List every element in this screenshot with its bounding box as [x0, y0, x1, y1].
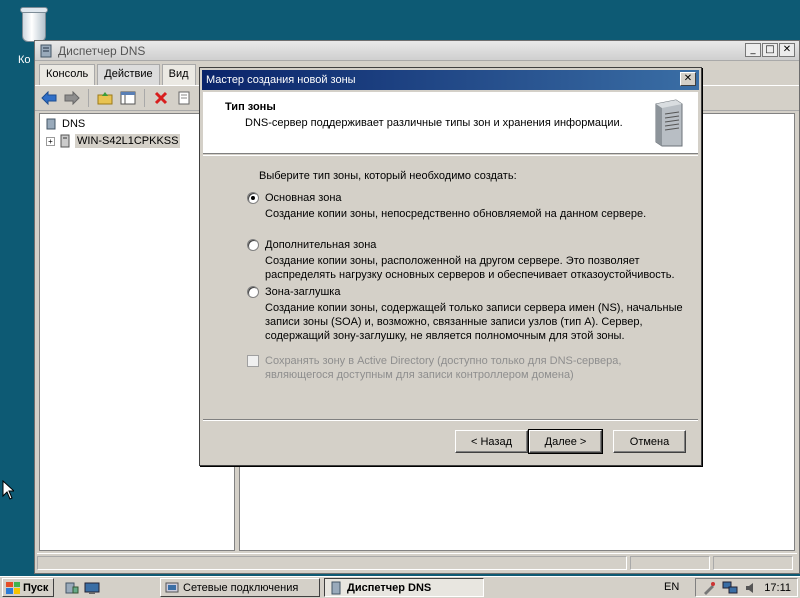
close-button[interactable]: ✕	[779, 43, 795, 57]
ad-store-checkbox-row: Сохранять зону в Active Directory (досту…	[247, 354, 665, 382]
show-hide-tree-icon[interactable]	[118, 88, 138, 108]
wizard-body: Выберите тип зоны, который необходимо со…	[203, 158, 698, 418]
show-desktop-icon[interactable]	[84, 580, 100, 596]
properties-icon[interactable]	[174, 88, 194, 108]
header-title: Тип зоны	[225, 101, 276, 113]
primary-zone-desc: Создание копии зоны, непосредственно обн…	[265, 208, 647, 220]
task-dns-manager[interactable]: Диспетчер DNS	[324, 578, 484, 597]
ad-store-label: Сохранять зону в Active Directory (досту…	[265, 355, 622, 381]
main-window-title: Диспетчер DNS	[58, 43, 146, 58]
primary-zone-label: Основная зона	[265, 192, 342, 204]
option-secondary-zone[interactable]: Дополнительная зона Создание копии зоны,…	[247, 239, 695, 282]
option-primary-zone[interactable]: Основная зона Создание копии зоны, непос…	[247, 192, 695, 221]
dialog-title: Мастер создания новой зоны	[206, 74, 356, 86]
menu-action[interactable]: Действие	[97, 64, 160, 85]
menu-console[interactable]: Консоль	[39, 64, 96, 85]
stub-zone-radio[interactable]	[247, 286, 259, 298]
back-arrow-icon[interactable]	[39, 88, 59, 108]
server-tower-icon	[655, 99, 683, 147]
wizard-header: Тип зоны DNS-сервер поддерживает различн…	[203, 92, 698, 154]
system-tray: 17:11	[695, 578, 798, 597]
start-label: Пуск	[23, 581, 49, 594]
dialog-close-button[interactable]: ✕	[680, 72, 696, 86]
maximize-button[interactable]: □	[762, 43, 778, 57]
start-button[interactable]: Пуск	[2, 578, 54, 597]
expand-icon[interactable]: +	[46, 136, 55, 146]
new-zone-wizard-dialog: Мастер создания новой зоны ✕ Тип зоны DN…	[199, 67, 702, 466]
dialog-titlebar[interactable]: Мастер создания новой зоны	[202, 70, 699, 90]
ad-store-checkbox	[247, 355, 259, 367]
forward-arrow-icon[interactable]	[62, 88, 82, 108]
tree-item-dns[interactable]: DNS	[44, 118, 85, 130]
status-bar	[37, 553, 797, 571]
minimize-button[interactable]: _	[745, 43, 761, 57]
secondary-zone-desc: Создание копии зоны, расположенной на др…	[265, 255, 675, 281]
task-network-connections[interactable]: Сетевые подключения	[160, 578, 320, 597]
back-button[interactable]: < Назад	[455, 430, 528, 453]
delete-icon[interactable]	[151, 88, 171, 108]
tree-item-server[interactable]: + WIN-S42L1CPKKSS	[46, 134, 181, 148]
dns-icon	[40, 44, 52, 57]
tray-tools-icon[interactable]	[702, 581, 716, 595]
tray-volume-icon[interactable]	[744, 581, 758, 595]
mouse-cursor-icon	[2, 480, 14, 500]
dns-root-icon	[46, 118, 56, 130]
language-indicator[interactable]: EN	[664, 581, 679, 593]
next-button[interactable]: Далее >	[528, 429, 603, 454]
task-label-network: Сетевые подключения	[183, 581, 299, 594]
stub-zone-label: Зона-заглушка	[265, 286, 341, 298]
tree-server-label: WIN-S42L1CPKKSS	[75, 134, 181, 148]
header-subtitle: DNS-сервер поддерживает различные типы з…	[245, 117, 623, 129]
secondary-zone-label: Дополнительная зона	[265, 239, 377, 251]
dns-task-icon	[331, 581, 341, 594]
zone-type-prompt: Выберите тип зоны, который необходимо со…	[259, 170, 517, 182]
server-manager-icon[interactable]	[64, 580, 80, 596]
primary-zone-radio[interactable]	[247, 192, 259, 204]
server-icon	[60, 134, 70, 148]
stub-zone-desc: Создание копии зоны, содержащей только з…	[265, 302, 683, 342]
task-label-dns: Диспетчер DNS	[347, 581, 432, 594]
tray-network-icon[interactable]	[722, 581, 738, 595]
secondary-zone-radio[interactable]	[247, 239, 259, 251]
tree-dns-label: DNS	[62, 118, 86, 130]
up-folder-icon[interactable]	[95, 88, 115, 108]
menu-view[interactable]: Вид	[161, 64, 196, 85]
option-stub-zone[interactable]: Зона-заглушка Создание копии зоны, содер…	[247, 286, 695, 343]
windows-logo-icon	[6, 581, 20, 594]
taskbar: Пуск Сетевые подключения Диспетчер DNS E…	[0, 576, 800, 598]
clock[interactable]: 17:11	[764, 582, 791, 594]
quick-launch	[64, 580, 100, 596]
network-icon	[165, 582, 179, 592]
main-titlebar[interactable]: Диспетчер DNS _ □ ✕	[35, 41, 799, 61]
cancel-button[interactable]: Отмена	[613, 430, 686, 453]
